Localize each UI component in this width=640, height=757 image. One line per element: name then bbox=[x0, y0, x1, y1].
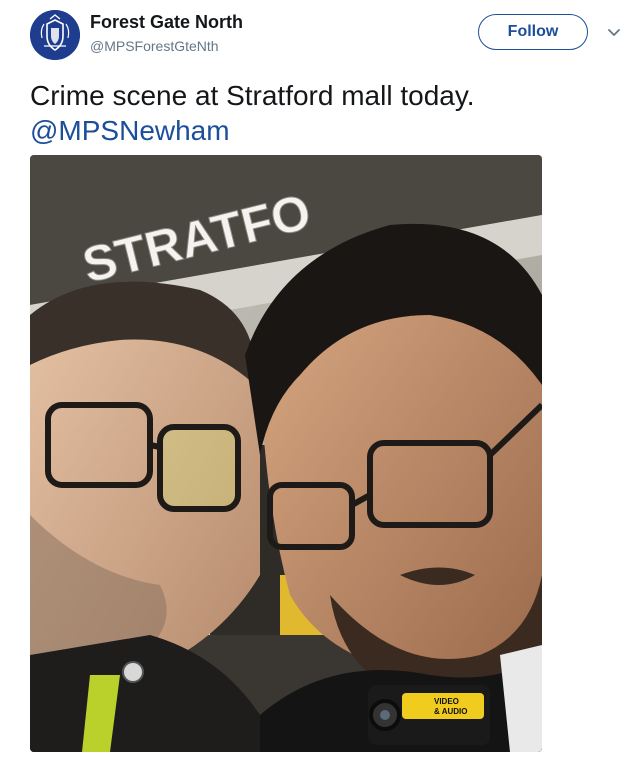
avatar[interactable] bbox=[30, 10, 80, 60]
camera-label-line2: & AUDIO bbox=[434, 707, 467, 716]
display-name[interactable]: Forest Gate North bbox=[90, 12, 243, 33]
tweet-text: Crime scene at Stratford mall today. @MP… bbox=[30, 78, 610, 148]
follow-button[interactable]: Follow bbox=[478, 14, 588, 50]
tweet-photo[interactable]: STRATFO VIDEO & AUDIO bbox=[30, 155, 542, 752]
police-crest-icon bbox=[30, 10, 80, 60]
chevron-down-icon[interactable] bbox=[606, 24, 622, 40]
selfie-image: STRATFO VIDEO & AUDIO bbox=[30, 155, 542, 752]
mention-link[interactable]: @MPSNewham bbox=[30, 113, 610, 148]
user-handle[interactable]: @MPSForestGteNth bbox=[90, 38, 219, 54]
camera-label-line1: VIDEO bbox=[434, 697, 459, 706]
tweet-header: Forest Gate North @MPSForestGteNth Follo… bbox=[0, 0, 640, 70]
tweet-body: Crime scene at Stratford mall today. bbox=[30, 80, 475, 111]
